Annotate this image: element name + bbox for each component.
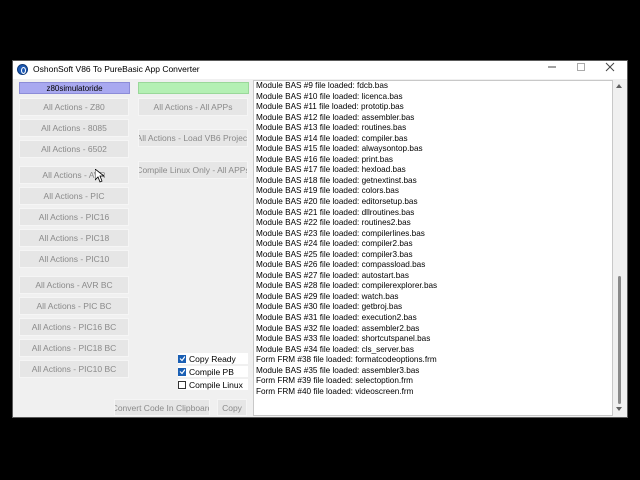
copy-button[interactable]: Copy: [217, 399, 247, 416]
mouse-cursor-icon: [95, 169, 105, 183]
scrollbar-thumb[interactable]: [618, 276, 621, 404]
all-actions-pic16-button[interactable]: All Actions - PIC16: [19, 208, 129, 226]
all-actions-8085-button[interactable]: All Actions - 8085: [19, 119, 129, 137]
all-actions-pic16-bc-button[interactable]: All Actions - PIC16 BC: [19, 318, 129, 336]
all-actions-avr-bc-button[interactable]: All Actions - AVR BC: [19, 276, 129, 294]
log-line: Form FRM #38 file loaded: formatcodeopti…: [256, 355, 437, 365]
close-icon[interactable]: [595, 61, 625, 79]
app-icon: [17, 64, 28, 75]
copy-ready-checkbox[interactable]: Copy Ready: [178, 353, 248, 364]
all-actions-pic10-button[interactable]: All Actions - PIC10: [19, 250, 129, 268]
file-name-field[interactable]: z80simulatoride: [19, 82, 130, 94]
log-line: Module BAS #25 file loaded: compiler3.ba…: [256, 249, 413, 259]
log-line: Module BAS #16 file loaded: print.bas: [256, 154, 394, 164]
compile-pb-label: Compile PB: [189, 366, 234, 377]
scroll-up-icon[interactable]: [616, 84, 622, 88]
log-line: Module BAS #28 file loaded: compilerexpl…: [256, 281, 438, 291]
log-line: Form FRM #40 file loaded: videoscreen.fr…: [256, 386, 414, 396]
all-actions-pic-bc-button[interactable]: All Actions - PIC BC: [19, 297, 129, 315]
log-line: Module BAS #35 file loaded: assembler3.b…: [256, 365, 420, 375]
log-line: Module BAS #26 file loaded: compassload.…: [256, 260, 426, 270]
compile-linux-label: Compile Linux: [189, 379, 243, 390]
convert-clipboard-button[interactable]: Convert Code In Clipboard: [114, 399, 210, 416]
compile-pb-check-icon: [178, 367, 186, 376]
app-window: OshonSoft V86 To PureBasic App Converter…: [12, 60, 628, 418]
log-line: Module BAS #14 file loaded: compiler.bas: [256, 133, 408, 143]
log-line: Module BAS #21 file loaded: dllroutines.…: [256, 207, 415, 217]
log-line: Module BAS #24 file loaded: compiler2.ba…: [256, 239, 413, 249]
all-actions-z80-button[interactable]: All Actions - Z80: [19, 98, 129, 116]
log-line: Module BAS #18 file loaded: getnextinst.…: [256, 175, 417, 185]
all-actions-pic18-button[interactable]: All Actions - PIC18: [19, 229, 129, 247]
log-line: Module BAS #17 file loaded: hexload.bas: [256, 165, 406, 175]
all-actions-all-apps-button[interactable]: All Actions - All APPs: [138, 98, 248, 116]
log-line: Module BAS #34 file loaded: cls_server.b…: [256, 344, 414, 354]
log-line: Form FRM #39 file loaded: selectoption.f…: [256, 376, 413, 386]
compile-linux-all-apps-button[interactable]: Compile Linux Only - All APPs: [138, 161, 248, 179]
copy-ready-label: Copy Ready: [189, 353, 236, 364]
title-bar[interactable]: OshonSoft V86 To PureBasic App Converter: [13, 61, 627, 79]
compile-linux-checkbox[interactable]: Compile Linux: [178, 379, 248, 390]
log-line: Module BAS #30 file loaded: getbroj.bas: [256, 302, 403, 312]
maximize-icon[interactable]: [566, 61, 596, 79]
load-vb6-project-button[interactable]: All Actions - Load VB6 Project: [138, 129, 248, 147]
log-line: Module BAS #27 file loaded: autostart.ba…: [256, 270, 409, 280]
all-actions-pic10-bc-button[interactable]: All Actions - PIC10 BC: [19, 360, 129, 378]
window-title: OshonSoft V86 To PureBasic App Converter: [33, 64, 200, 74]
log-line: Module BAS #12 file loaded: assembler.ba…: [256, 112, 415, 122]
log-line: Module BAS #20 file loaded: editorsetup.…: [256, 197, 418, 207]
log-line: Module BAS #15 file loaded: alwaysontop.…: [256, 144, 423, 154]
all-actions-avr-button[interactable]: All Actions - AVR: [19, 166, 129, 184]
status-field[interactable]: [138, 82, 249, 94]
all-actions-pic-button[interactable]: All Actions - PIC: [19, 187, 129, 205]
log-line: Module BAS #29 file loaded: watch.bas: [256, 291, 399, 301]
log-lines: Module BAS #9 file loaded: fdcb.bas Modul…: [256, 81, 437, 397]
log-line: Module BAS #19 file loaded: colors.bas: [256, 186, 399, 196]
all-actions-6502-button[interactable]: All Actions - 6502: [19, 140, 129, 158]
log-line: Module BAS #32 file loaded: assembler2.b…: [256, 323, 420, 333]
all-actions-pic18-bc-button[interactable]: All Actions - PIC18 BC: [19, 339, 129, 357]
log-line: Module BAS #22 file loaded: routines2.ba…: [256, 218, 411, 228]
compile-pb-checkbox[interactable]: Compile PB: [178, 366, 248, 377]
minimize-icon[interactable]: [537, 61, 567, 79]
log-line: Module BAS #10 file loaded: licenca.bas: [256, 91, 403, 101]
log-line: Module BAS #9 file loaded: fdcb.bas: [256, 81, 388, 90]
log-textarea[interactable]: Module BAS #9 file loaded: fdcb.bas Modul…: [253, 80, 613, 416]
log-scrollbar[interactable]: [613, 80, 626, 416]
compile-linux-check-icon: [178, 380, 186, 389]
log-line: Module BAS #33 file loaded: shortcutspan…: [256, 334, 431, 344]
log-line: Module BAS #23 file loaded: compilerline…: [256, 228, 425, 238]
scroll-down-icon[interactable]: [616, 407, 622, 411]
log-line: Module BAS #13 file loaded: routines.bas: [256, 123, 407, 133]
log-line: Module BAS #11 file loaded: prototip.bas: [256, 102, 404, 112]
copy-ready-check-icon: [178, 354, 186, 363]
log-line: Module BAS #31 file loaded: execution2.b…: [256, 313, 417, 323]
